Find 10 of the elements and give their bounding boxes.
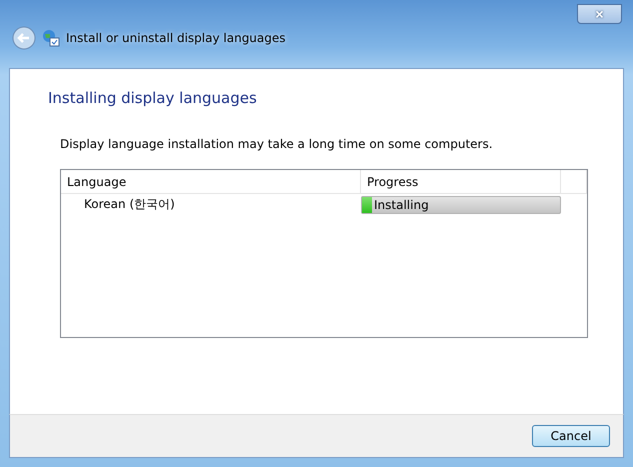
progress-status: Installing xyxy=(374,198,429,212)
cancel-button[interactable]: Cancel xyxy=(532,425,610,447)
column-header[interactable]: Progress xyxy=(361,170,561,193)
info-text: Display language installation may take a long time on some computers. xyxy=(60,137,494,151)
back-icon[interactable] xyxy=(12,26,36,50)
window-title: Install or uninstall display languages xyxy=(66,31,286,45)
globe-icon xyxy=(42,29,60,47)
column-header[interactable]: Language xyxy=(61,170,361,193)
language-cell-text: Korean (한국어) xyxy=(83,196,176,213)
page-heading: Installing display languages xyxy=(48,89,258,107)
